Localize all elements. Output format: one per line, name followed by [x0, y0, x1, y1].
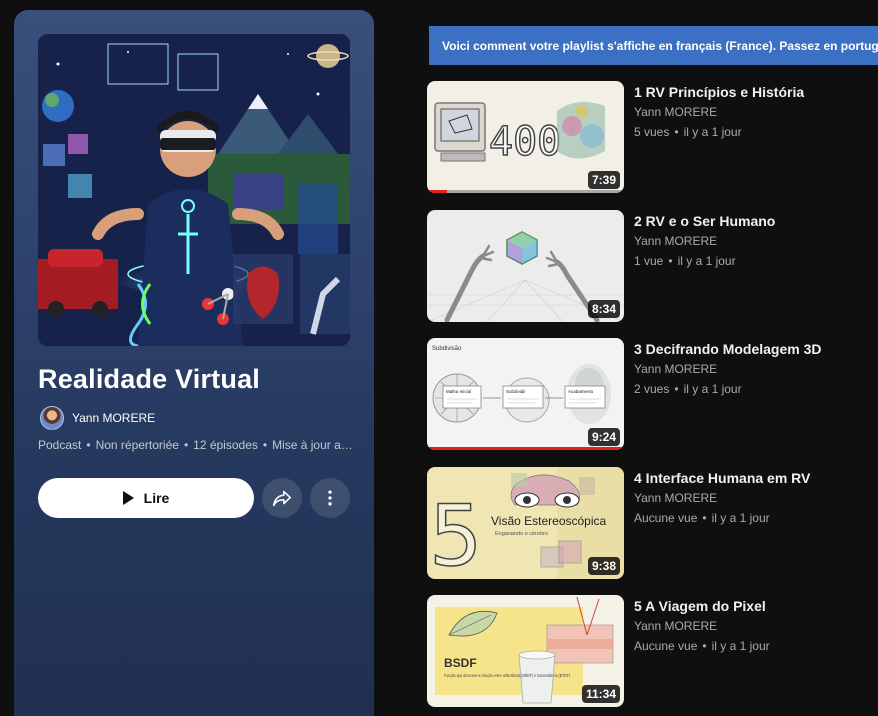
video-thumbnail[interactable]: 400 7:39 — [427, 81, 624, 193]
video-stats: 2 vues • il y a 1 jour — [634, 382, 742, 396]
play-label: Lire — [143, 490, 170, 506]
video-channel[interactable]: Yann MORERE — [634, 619, 770, 633]
playlist-video-item[interactable]: 400 7:39 1 RV Princípios e História Yann… — [427, 81, 878, 193]
video-thumbnail[interactable]: 8:34 — [427, 210, 624, 322]
thumb-label-subdividir: Subdividir — [506, 389, 526, 394]
video-stats: Aucune vue • il y a 1 jour — [634, 639, 770, 653]
play-icon — [122, 491, 134, 505]
thumb-label-malha: Malha Inicial — [446, 389, 471, 394]
thumb-number-5: 5 — [429, 487, 482, 579]
watch-progress-bar — [427, 447, 624, 450]
video-stats: 5 vues • il y a 1 jour — [634, 125, 742, 139]
thumb-title-bsdf: BSDF — [444, 656, 477, 670]
thumb-subdivisao-header: Subdivisão — [432, 346, 462, 352]
video-thumbnail[interactable]: BSDF Função que descreve a relação entre… — [427, 595, 624, 707]
video-stats: Aucune vue • il y a 1 jour — [634, 511, 770, 525]
video-views: Aucune vue — [634, 511, 698, 525]
video-duration: 9:24 — [587, 428, 620, 446]
video-duration: 9:38 — [587, 557, 620, 575]
video-channel[interactable]: Yann MORERE — [634, 234, 775, 248]
video-age: il y a 1 jour — [711, 639, 770, 653]
video-duration: 8:34 — [587, 300, 620, 318]
meta-updated: Mise à jour aujourd'hui — [272, 438, 354, 452]
video-channel[interactable]: Yann MORERE — [634, 491, 810, 505]
progress-track — [427, 190, 624, 193]
playlist-owner[interactable]: Yann MORERE — [40, 406, 155, 430]
playlist-video-item[interactable]: 8:34 2 RV e o Ser Humano Yann MORERE 1 v… — [427, 210, 878, 322]
video-title[interactable]: 3 Decifrando Modelagem 3D — [634, 340, 822, 358]
playlist-video-item[interactable]: 5 Visão Estereoscópica Enganando o céreb… — [427, 467, 878, 579]
language-notice-banner: Voici comment votre playlist s'affiche e… — [429, 26, 878, 65]
video-views: 5 vues — [634, 125, 670, 139]
video-stats: 1 vue • il y a 1 jour — [634, 254, 736, 268]
more-actions-button[interactable] — [310, 478, 350, 518]
share-icon — [272, 490, 292, 507]
video-age: il y a 1 jour — [677, 254, 736, 268]
thumb-sub-enganando: Enganando o cérebro — [495, 531, 548, 537]
playlist-meta: Podcast • Non répertoriée • 12 épisodes • Mise… — [38, 438, 354, 452]
thumb-sub-bsdf: Função que descreve a relação entre refl… — [444, 673, 570, 678]
video-title[interactable]: 4 Interface Humana em RV — [634, 469, 810, 487]
meta-type: Podcast — [38, 438, 82, 452]
meta-visibility: Non répertoriée — [95, 438, 179, 452]
more-vertical-icon — [328, 490, 332, 506]
playlist-video-item[interactable]: Subdivisão Malha Inicial Subdividir Acab… — [427, 338, 878, 450]
video-thumbnail[interactable]: 5 Visão Estereoscópica Enganando o céreb… — [427, 467, 624, 579]
video-channel[interactable]: Yann MORERE — [634, 362, 822, 376]
thumb-title-visao: Visão Estereoscópica — [491, 514, 607, 528]
video-channel[interactable]: Yann MORERE — [634, 105, 804, 119]
video-views: 2 vues — [634, 382, 670, 396]
avatar[interactable] — [40, 406, 64, 430]
video-age: il y a 1 jour — [683, 382, 742, 396]
watch-progress-bar — [427, 190, 447, 193]
video-views: 1 vue — [634, 254, 664, 268]
share-button[interactable] — [262, 478, 302, 518]
video-title[interactable]: 2 RV e o Ser Humano — [634, 212, 775, 230]
video-thumbnail[interactable]: Subdivisão Malha Inicial Subdividir Acab… — [427, 338, 624, 450]
playlist-title: Realidade Virtual — [38, 364, 260, 394]
meta-episodes: 12 épisodes — [193, 438, 258, 452]
playlist-panel: Realidade Virtual Yann MORERE Podcast • No… — [14, 10, 374, 716]
video-title[interactable]: 1 RV Princípios e História — [634, 83, 804, 101]
vr-illustration — [38, 34, 350, 346]
playlist-cover-image[interactable] — [38, 34, 350, 346]
thumb-text-400: 400 — [489, 119, 561, 165]
owner-name[interactable]: Yann MORERE — [72, 411, 155, 425]
video-age: il y a 1 jour — [711, 511, 770, 525]
playlist-video-item[interactable]: BSDF Função que descreve a relação entre… — [427, 595, 878, 707]
video-title[interactable]: 5 A Viagem do Pixel — [634, 597, 770, 615]
video-age: il y a 1 jour — [683, 125, 742, 139]
video-duration: 7:39 — [587, 171, 620, 189]
video-views: Aucune vue — [634, 639, 698, 653]
play-all-button[interactable]: Lire — [38, 478, 254, 518]
video-duration: 11:34 — [581, 685, 620, 703]
thumb-label-acabamento: Acabamento — [568, 389, 594, 394]
